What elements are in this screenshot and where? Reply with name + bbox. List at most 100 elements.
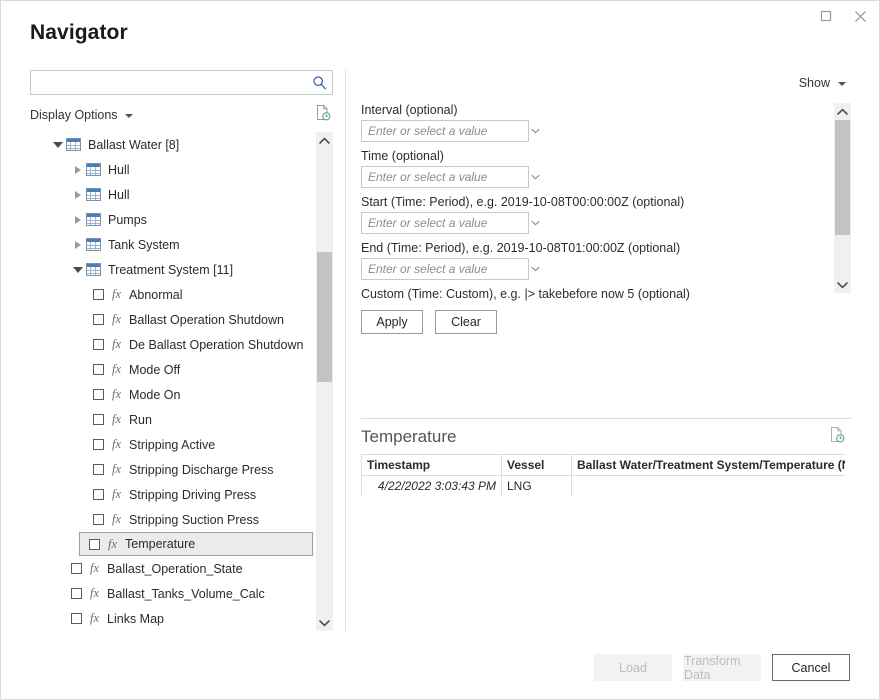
tree-item-stripping-driving-press[interactable]: fxStripping Driving Press bbox=[30, 482, 313, 507]
tree-item-treatment-system-11[interactable]: Treatment System [11] bbox=[30, 257, 313, 282]
function-fx-icon: fx bbox=[112, 337, 121, 352]
preview-table-container[interactable]: Timestamp Vessel Ballast Water/Treatment… bbox=[361, 454, 845, 496]
tree-item-stripping-active[interactable]: fxStripping Active bbox=[30, 432, 313, 457]
tree-item-label: Stripping Active bbox=[129, 438, 215, 452]
tree-item-tank-system[interactable]: Tank System bbox=[30, 232, 313, 257]
tree-item-label: Treatment System [11] bbox=[108, 263, 233, 277]
chevron-down-icon[interactable] bbox=[531, 266, 540, 272]
start-input[interactable] bbox=[362, 213, 531, 233]
checkbox[interactable] bbox=[93, 439, 104, 450]
tree-item-ballast-water-8[interactable]: Ballast Water [8] bbox=[30, 132, 313, 157]
collapse-triangle-icon[interactable] bbox=[50, 142, 66, 148]
chevron-up-icon[interactable] bbox=[834, 103, 851, 120]
checkbox[interactable] bbox=[93, 389, 104, 400]
end-input[interactable] bbox=[362, 259, 531, 279]
tree-scroll-track[interactable] bbox=[316, 149, 333, 614]
checkbox[interactable] bbox=[93, 339, 104, 350]
table-row[interactable]: 4/22/2022 3:03:43 PM LNG 0.24740395 bbox=[362, 476, 846, 497]
checkbox[interactable] bbox=[93, 314, 104, 325]
source-browser-pane: Display Options Ballast Water [8]HullHul… bbox=[30, 70, 333, 631]
checkbox[interactable] bbox=[93, 464, 104, 475]
parameters-scroll-track[interactable] bbox=[834, 120, 851, 276]
chevron-down-icon[interactable] bbox=[531, 220, 540, 226]
chevron-up-icon[interactable] bbox=[316, 132, 333, 149]
show-dropdown[interactable]: Show bbox=[799, 76, 846, 90]
checkbox[interactable] bbox=[71, 588, 82, 599]
tree-item-pumps[interactable]: Pumps bbox=[30, 207, 313, 232]
field-start[interactable] bbox=[361, 212, 529, 234]
object-tree-list[interactable]: Ballast Water [8]HullHullPumpsTank Syste… bbox=[30, 132, 313, 631]
search-box[interactable] bbox=[30, 70, 333, 95]
table-header-row: Timestamp Vessel Ballast Water/Treatment… bbox=[362, 455, 846, 476]
tree-vertical-scrollbar[interactable] bbox=[316, 132, 333, 631]
expand-triangle-icon[interactable] bbox=[70, 166, 86, 174]
tree-item-label: Temperature bbox=[125, 537, 195, 551]
chevron-down-icon[interactable] bbox=[531, 128, 540, 134]
tree-item-stripping-suction-press[interactable]: fxStripping Suction Press bbox=[30, 507, 313, 532]
footer-buttons: LoadTransform DataCancel bbox=[594, 654, 850, 681]
checkbox[interactable] bbox=[93, 414, 104, 425]
title-bar bbox=[1, 1, 879, 31]
checkbox[interactable] bbox=[89, 539, 100, 550]
tree-item-abnormal[interactable]: fxAbnormal bbox=[30, 282, 313, 307]
checkbox[interactable] bbox=[93, 489, 104, 500]
interval-input[interactable] bbox=[362, 121, 531, 141]
search-icon[interactable] bbox=[306, 75, 332, 90]
field-interval[interactable] bbox=[361, 120, 529, 142]
chevron-down-icon[interactable] bbox=[316, 614, 333, 631]
tree-item-hull[interactable]: Hull bbox=[30, 157, 313, 182]
tree-item-label: Stripping Driving Press bbox=[129, 488, 256, 502]
tree-item-ballast-operation-shutdown[interactable]: fxBallast Operation Shutdown bbox=[30, 307, 313, 332]
column-header-vessel[interactable]: Vessel bbox=[502, 455, 572, 476]
display-options-button[interactable]: Display Options bbox=[30, 108, 133, 122]
checkbox[interactable] bbox=[93, 514, 104, 525]
checkbox[interactable] bbox=[93, 364, 104, 375]
preview-table: Timestamp Vessel Ballast Water/Treatment… bbox=[361, 454, 845, 496]
tree-item-hull[interactable]: Hull bbox=[30, 182, 313, 207]
parameters-scroll-thumb[interactable] bbox=[835, 120, 850, 235]
object-tree[interactable]: Ballast Water [8]HullHullPumpsTank Syste… bbox=[30, 132, 333, 631]
tree-scroll-thumb[interactable] bbox=[317, 252, 332, 382]
refresh-document-icon[interactable] bbox=[315, 104, 333, 126]
column-header-timestamp[interactable]: Timestamp bbox=[362, 455, 502, 476]
tree-item-mode-on[interactable]: fxMode On bbox=[30, 382, 313, 407]
chevron-down-icon bbox=[838, 82, 846, 86]
tree-item-mode-off[interactable]: fxMode Off bbox=[30, 357, 313, 382]
checkbox[interactable] bbox=[93, 289, 104, 300]
expand-triangle-icon[interactable] bbox=[70, 191, 86, 199]
tree-item-de-ballast-operation-shutdown[interactable]: fxDe Ballast Operation Shutdown bbox=[30, 332, 313, 357]
parameters-vertical-scrollbar[interactable] bbox=[834, 103, 851, 293]
expand-triangle-icon[interactable] bbox=[70, 241, 86, 249]
chevron-down-icon[interactable] bbox=[834, 276, 851, 293]
field-time[interactable] bbox=[361, 166, 529, 188]
function-fx-icon: fx bbox=[112, 287, 121, 302]
tree-item-ballast-operation-state[interactable]: fxBallast_Operation_State bbox=[30, 556, 313, 581]
expand-triangle-icon[interactable] bbox=[70, 216, 86, 224]
apply-button[interactable]: Apply bbox=[361, 310, 423, 334]
tree-item-label: Hull bbox=[108, 188, 130, 202]
tree-item-temperature[interactable]: fxTemperature bbox=[79, 532, 313, 556]
column-header-temperature[interactable]: Ballast Water/Treatment System/Temperatu… bbox=[572, 455, 846, 476]
checkbox[interactable] bbox=[71, 563, 82, 574]
close-button[interactable] bbox=[843, 2, 877, 30]
cancel-button[interactable]: Cancel bbox=[772, 654, 850, 681]
checkbox[interactable] bbox=[71, 613, 82, 624]
page-title: Navigator bbox=[30, 21, 128, 45]
clear-button[interactable]: Clear bbox=[435, 310, 497, 334]
maximize-button[interactable] bbox=[809, 2, 843, 30]
triangle-right-icon bbox=[75, 166, 81, 174]
tree-item-links-map[interactable]: fxLinks Map bbox=[30, 606, 313, 631]
time-input[interactable] bbox=[362, 167, 531, 187]
refresh-document-icon[interactable] bbox=[829, 426, 851, 448]
table-icon bbox=[86, 213, 101, 226]
search-input[interactable] bbox=[31, 71, 306, 94]
field-end[interactable] bbox=[361, 258, 529, 280]
triangle-right-icon bbox=[75, 241, 81, 249]
collapse-triangle-icon[interactable] bbox=[70, 267, 86, 273]
function-fx-icon: fx bbox=[90, 611, 99, 626]
tree-item-ballast-tanks-volume-calc[interactable]: fxBallast_Tanks_Volume_Calc bbox=[30, 581, 313, 606]
chevron-down-icon[interactable] bbox=[531, 174, 540, 180]
tree-item-stripping-discharge-press[interactable]: fxStripping Discharge Press bbox=[30, 457, 313, 482]
tree-item-run[interactable]: fxRun bbox=[30, 407, 313, 432]
parameters-form: Interval (optional)Time (optional)Start … bbox=[361, 103, 834, 368]
